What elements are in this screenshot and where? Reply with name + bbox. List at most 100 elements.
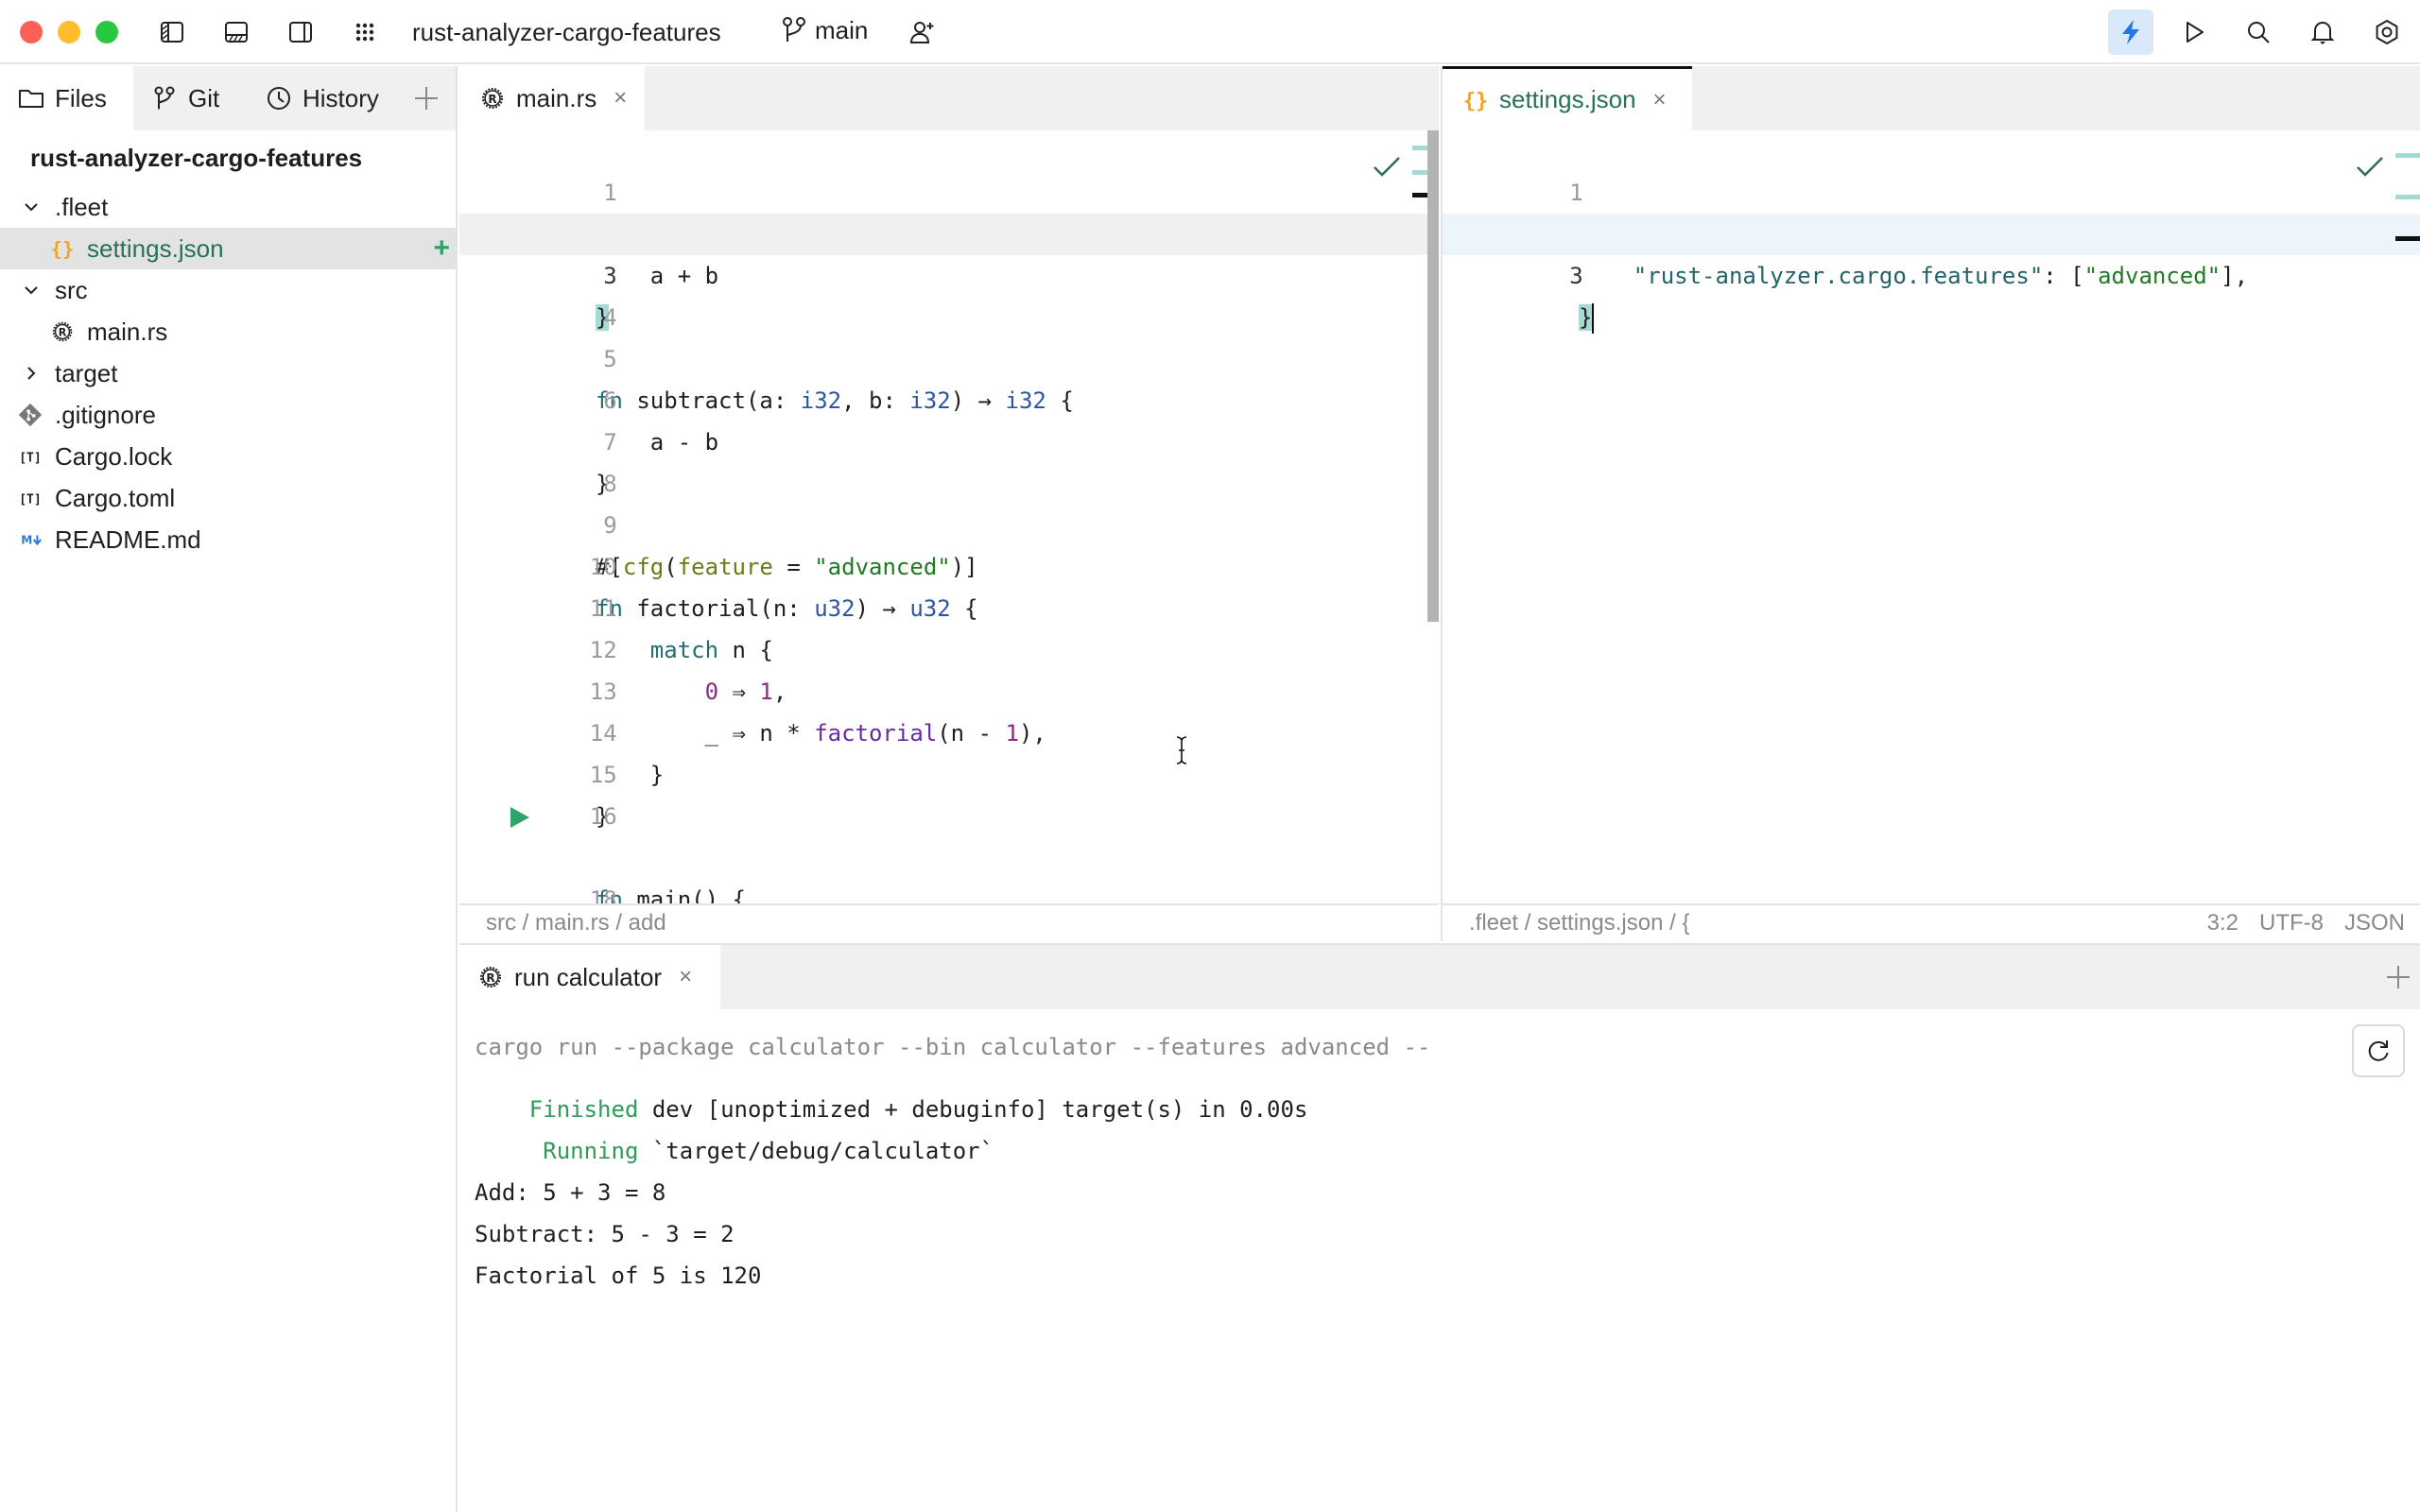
svg-text:[T]: [T] — [19, 493, 42, 507]
sidebar-left-icon[interactable] — [156, 16, 188, 48]
tree-file-gitignore[interactable]: .gitignore — [0, 394, 458, 436]
svg-text:{}: {} — [1463, 90, 1489, 113]
code-line: 1 fn add(a: i32, b: i32) → i32 { — [459, 130, 1439, 248]
tab-git[interactable]: Git — [133, 66, 236, 130]
console-line: Add: 5 + 3 = 8 — [475, 1179, 666, 1206]
code-area[interactable]: 1 fn add(a: i32, b: i32) → i32 { 2 a + b… — [459, 130, 1439, 903]
code-line: 6 a - b — [459, 338, 1439, 455]
add-user-icon[interactable] — [906, 16, 938, 48]
cursor-position[interactable]: 3:2 — [2207, 905, 2238, 941]
add-run-tab-button[interactable] — [2382, 961, 2414, 993]
code-line: 11 match n { — [459, 546, 1439, 663]
tree-item-label: Cargo.toml — [55, 483, 176, 512]
tree-file-settings-json[interactable]: {} settings.json + — [0, 228, 458, 269]
apps-grid-icon[interactable] — [349, 16, 381, 48]
tree-folder-src[interactable]: src — [0, 269, 458, 311]
code-line: 18 let a = 5; — [459, 837, 1439, 903]
tree-item-label: src — [55, 275, 88, 304]
run-gutter-icon[interactable] — [510, 807, 529, 828]
console-line: Factorial of 5 is 120 — [475, 1263, 762, 1289]
search-icon[interactable] — [2242, 16, 2274, 48]
scroll-marker — [2395, 195, 2420, 199]
code-line: 12 0 ⇒ 1, — [459, 588, 1439, 705]
code-line: 1 { — [1443, 130, 2420, 248]
chevron-down-icon[interactable] — [17, 276, 45, 304]
no-problems-check-icon[interactable] — [1371, 153, 1403, 181]
tree-item-label: main.rs — [87, 317, 168, 346]
breadcrumb[interactable]: .fleet / settings.json / { — [1469, 905, 1689, 941]
tree-file-readme[interactable]: M README.md — [0, 519, 458, 560]
status-info: 3:2 UTF-8 JSON — [2207, 905, 2405, 941]
chevron-right-icon[interactable] — [17, 359, 45, 387]
file-language[interactable]: JSON — [2344, 905, 2405, 941]
tree-file-cargo-lock[interactable]: [T] Cargo.lock — [0, 436, 458, 477]
tree-folder-fleet[interactable]: .fleet — [0, 186, 458, 228]
code-line: fn main() { — [459, 796, 1439, 903]
tab-settings-json[interactable]: {} settings.json × — [1443, 66, 1692, 130]
tab-files[interactable]: Files — [0, 66, 133, 130]
panel-bottom-icon[interactable] — [220, 16, 252, 48]
tab-files-label: Files — [55, 83, 107, 112]
no-problems-check-icon[interactable] — [2354, 153, 2386, 181]
git-branch-icon — [783, 17, 805, 42]
file-encoding[interactable]: UTF-8 — [2259, 905, 2324, 941]
tab-label: run calculator — [514, 962, 663, 991]
code-line-current: 3 } — [459, 214, 1439, 331]
console-text: dev [unoptimized + debuginfo] target(s) … — [638, 1096, 1308, 1123]
markdown-file-icon: M — [15, 524, 45, 555]
run-panel: R run calculator × cargo run --package c… — [459, 943, 2420, 1512]
window-minimize-button[interactable] — [58, 21, 80, 43]
line-number: 3 — [1569, 263, 1583, 289]
text-cursor — [1592, 303, 1595, 334]
toml-file-icon: [T] — [15, 483, 45, 513]
toml-file-icon: [T] — [15, 441, 45, 472]
close-tab-icon[interactable]: × — [1653, 87, 1667, 113]
breadcrumb[interactable]: src / main.rs / add — [486, 905, 666, 941]
sidebar-right-icon[interactable] — [285, 16, 317, 48]
code-area[interactable]: 1 { 2 "rust-analyzer.cargo.features": ["… — [1443, 130, 2420, 903]
code-line: 2 "rust-analyzer.cargo.features": ["adva… — [1443, 172, 2420, 289]
bell-icon[interactable] — [2307, 16, 2339, 48]
tab-label: main.rs — [516, 83, 597, 112]
git-branch-icon — [154, 86, 175, 110]
console-line: Subtract: 5 - 3 = 2 — [475, 1221, 735, 1247]
refresh-icon — [2368, 1040, 2389, 1061]
editor-main-rs: R main.rs × 1 fn add(a: i32, b: i32) → i… — [459, 66, 1439, 941]
console-line: Running `target/debug/calculator` — [475, 1130, 994, 1172]
tree-folder-target[interactable]: target — [0, 352, 458, 394]
rerun-button[interactable] — [2352, 1024, 2405, 1077]
editor-tabstrip: {} settings.json × — [1443, 66, 2420, 130]
status-running: Running — [475, 1138, 639, 1164]
project-name[interactable]: rust-analyzer-cargo-features — [412, 17, 721, 47]
run-icon[interactable] — [2178, 16, 2210, 48]
rust-file-icon: R — [482, 88, 503, 109]
window-maximize-button[interactable] — [95, 21, 118, 43]
clock-icon — [268, 87, 290, 110]
svg-text:[T]: [T] — [19, 452, 42, 466]
editor-settings-json: {} settings.json × 1 { 2 "rust-analyzer.… — [1441, 66, 2420, 941]
svg-text:M: M — [21, 534, 32, 547]
window-close-button[interactable] — [20, 21, 43, 43]
branch-selector[interactable]: main — [781, 15, 868, 45]
lightning-button[interactable] — [2108, 9, 2153, 55]
code-line: 8 — [459, 421, 1439, 497]
code-line: 10 fn factorial(n: u32) → u32 { — [459, 505, 1439, 622]
tab-run-calculator[interactable]: R run calculator × — [459, 945, 720, 1009]
rust-file-icon: R — [480, 967, 501, 988]
scrollbar-vertical[interactable] — [1427, 130, 1439, 622]
code-text: fn main() { — [596, 886, 746, 903]
code-line: 4 — [459, 255, 1439, 331]
chevron-down-icon[interactable] — [17, 193, 45, 221]
close-tab-icon[interactable]: × — [679, 964, 692, 990]
close-tab-icon[interactable]: × — [614, 85, 627, 112]
mouse-ibeam-cursor — [1176, 736, 1187, 765]
tree-file-cargo-toml[interactable]: [T] Cargo.toml — [0, 477, 458, 519]
tree-file-main-rs[interactable]: R main.rs — [0, 311, 458, 352]
editor-tabstrip: R main.rs × — [459, 66, 1439, 130]
tab-history[interactable]: History — [248, 66, 396, 130]
run-tabstrip: R run calculator × — [459, 945, 2420, 1009]
settings-icon[interactable] — [2371, 16, 2403, 48]
tab-main-rs[interactable]: R main.rs × — [459, 66, 645, 130]
scroll-marker — [2395, 153, 2420, 158]
add-tab-button[interactable] — [410, 82, 442, 114]
